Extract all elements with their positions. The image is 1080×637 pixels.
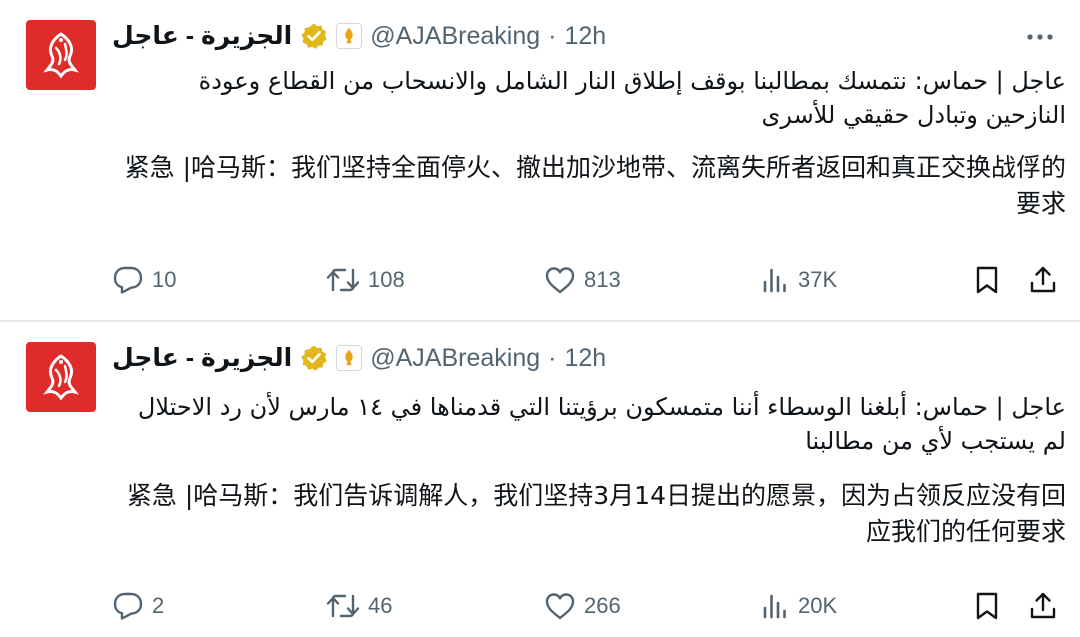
- timestamp[interactable]: 12h: [564, 22, 606, 51]
- affiliate-badge-icon[interactable]: [336, 23, 363, 49]
- reply-count: 10: [152, 267, 177, 292]
- tweet-header: الجزيرة - عاجل @AJABreaking · 12h: [112, 16, 606, 56]
- share-button[interactable]: [1028, 586, 1058, 626]
- like-count: 813: [584, 267, 621, 292]
- share-icon: [1030, 592, 1056, 619]
- al-jazeera-logo-icon: [43, 354, 79, 401]
- like-button[interactable]: 266: [544, 586, 621, 626]
- bookmark-icon: [976, 592, 998, 620]
- bookmark-button[interactable]: [974, 260, 1000, 300]
- tweet-text-arabic: عاجل | حماس: أبلغنا الوسطاء أننا متمسكون…: [137, 393, 1066, 455]
- avatar[interactable]: [26, 342, 96, 412]
- time-separator: ·: [548, 21, 557, 50]
- avatar[interactable]: [26, 20, 96, 90]
- share-button[interactable]: [1028, 260, 1058, 300]
- timestamp[interactable]: 12h: [564, 344, 606, 373]
- tweet-actions: 2 46 266 20K: [112, 586, 1062, 626]
- views-button[interactable]: 37K: [760, 260, 837, 300]
- author-handle[interactable]: @AJABreaking: [370, 22, 540, 51]
- reply-count: 2: [152, 593, 165, 618]
- tweet-actions: 10 108 813 37K: [112, 260, 1062, 300]
- heart-icon: [545, 593, 575, 620]
- repost-icon: [326, 268, 360, 292]
- author-handle[interactable]: @AJABreaking: [370, 344, 540, 373]
- reply-button[interactable]: 2: [112, 586, 164, 626]
- like-button[interactable]: 813: [544, 260, 621, 300]
- reply-button[interactable]: 10: [112, 260, 176, 300]
- repost-icon: [326, 594, 360, 618]
- views-icon: [763, 268, 786, 293]
- heart-icon: [545, 267, 575, 294]
- tweet-header: الجزيرة - عاجل @AJABreaking · 12h: [112, 338, 606, 378]
- views-button[interactable]: 20K: [760, 586, 837, 626]
- views-count: 37K: [798, 267, 838, 292]
- repost-button[interactable]: 46: [326, 586, 392, 626]
- share-icon: [1030, 266, 1056, 293]
- bookmark-icon: [976, 266, 998, 294]
- reply-icon: [113, 266, 143, 294]
- tweet-text-chinese: 紧急 |哈马斯：我们坚持全面停火、撤出加沙地带、流离失所者返回和真正交换战俘的要…: [124, 153, 1066, 218]
- tweet-text-chinese: 紧急 |哈马斯：我们告诉调解人，我们坚持3月14日提出的愿景，因为占领反应没有回…: [126, 481, 1066, 546]
- verified-badge-icon: [300, 344, 328, 372]
- author-name[interactable]: الجزيرة - عاجل: [112, 21, 292, 51]
- tweet-feed: الجزيرة - عاجل @AJABreaking · 12h عاجل |…: [0, 0, 1080, 637]
- more-options-icon[interactable]: [1022, 22, 1058, 52]
- tweet[interactable]: الجزيرة - عاجل @AJABreaking · 12h عاجل |…: [0, 0, 1080, 322]
- tweet[interactable]: الجزيرة - عاجل @AJABreaking · 12h عاجل |…: [0, 322, 1080, 637]
- like-count: 266: [584, 593, 621, 618]
- views-count: 20K: [798, 593, 838, 618]
- author-name[interactable]: الجزيرة - عاجل: [112, 343, 292, 373]
- repost-count: 46: [368, 593, 393, 618]
- al-jazeera-logo-icon: [43, 32, 79, 79]
- tweet-text-arabic: عاجل | حماس: نتمسك بمطالبنا بوقف إطلاق ا…: [198, 67, 1066, 129]
- bookmark-button[interactable]: [974, 586, 1000, 626]
- repost-count: 108: [368, 267, 405, 292]
- views-icon: [763, 594, 786, 619]
- reply-icon: [113, 592, 143, 620]
- affiliate-badge-icon[interactable]: [336, 345, 363, 371]
- repost-button[interactable]: 108: [326, 260, 405, 300]
- time-separator: ·: [548, 343, 557, 372]
- verified-badge-icon: [300, 22, 328, 50]
